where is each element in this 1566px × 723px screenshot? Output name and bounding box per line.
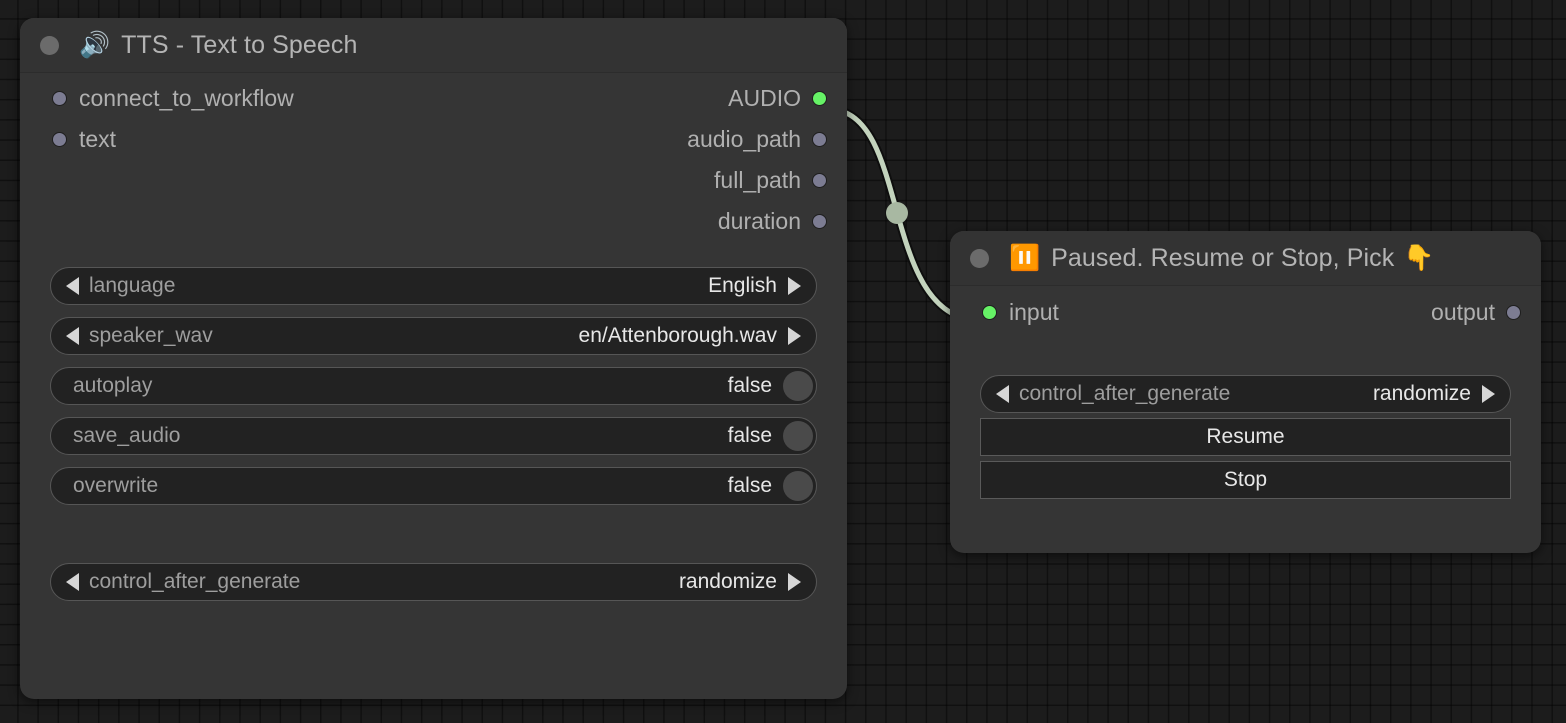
output-port-dot[interactable] [812,214,827,229]
link-audio-to-input[interactable] [836,110,963,318]
widget-value: randomize [1373,382,1471,406]
node-title-bar[interactable]: ⏸️ Paused. Resume or Stop, Pick 👇 [950,231,1541,286]
widget-autoplay[interactable]: autoplay false [50,367,817,405]
output-port-dot[interactable] [812,91,827,106]
output-slot-label: full_path [714,167,801,194]
widget-label: control_after_generate [89,570,300,594]
node-title-bar[interactable]: 🔊 TTS - Text to Speech [20,18,847,73]
output-slot-label: AUDIO [728,85,801,112]
output-slot-label: output [1431,299,1495,326]
collapse-dot-icon[interactable] [40,36,59,55]
input-slot-label: connect_to_workflow [79,85,294,112]
slot-area: connect_to_workflow AUDIO text audio_pat… [20,78,847,242]
input-slot-connect-to-workflow[interactable]: connect_to_workflow [52,85,294,112]
toggle-knob-icon[interactable] [783,421,813,451]
slot-row: text audio_path [20,119,847,160]
output-slot-audio[interactable]: AUDIO [728,85,827,112]
widget-speaker-wav[interactable]: speaker_wav en/Attenborough.wav [50,317,817,355]
output-slot-duration[interactable]: duration [718,208,827,235]
output-port-dot[interactable] [1506,305,1521,320]
widget-area: language English speaker_wav en/Attenbor… [20,267,847,601]
widget-value: en/Attenborough.wav [579,324,777,348]
output-slot-audio-path[interactable]: audio_path [687,126,827,153]
widget-value: English [708,274,777,298]
widget-label: control_after_generate [1019,382,1230,406]
widget-label: save_audio [73,424,180,448]
chevron-right-icon[interactable] [788,573,801,591]
output-port-dot[interactable] [812,132,827,147]
widget-language[interactable]: language English [50,267,817,305]
output-slot-label: duration [718,208,801,235]
widget-control-after-generate[interactable]: control_after_generate randomize [980,375,1511,413]
chevron-left-icon[interactable] [66,573,79,591]
slot-row: input output [950,292,1541,333]
graph-canvas[interactable]: 🔊 TTS - Text to Speech connect_to_workfl… [0,0,1566,723]
chevron-left-icon[interactable] [66,327,79,345]
slot-row: full_path [20,160,847,201]
output-port-dot[interactable] [812,173,827,188]
slot-row: duration [20,201,847,242]
chevron-left-icon[interactable] [66,277,79,295]
input-slot-text[interactable]: text [52,126,116,153]
input-port-dot[interactable] [52,132,67,147]
widget-value: randomize [679,570,777,594]
widget-value: false [728,474,772,498]
widget-area: control_after_generate randomize Resume … [950,375,1541,499]
resume-button[interactable]: Resume [980,418,1511,456]
toggle-knob-icon[interactable] [783,471,813,501]
slot-area: input output [950,292,1541,333]
widget-overwrite[interactable]: overwrite false [50,467,817,505]
node-title-text: Paused. Resume or Stop, Pick [1051,244,1394,273]
widget-value: false [728,374,772,398]
widget-control-after-generate[interactable]: control_after_generate randomize [50,563,817,601]
node-tts-text-to-speech[interactable]: 🔊 TTS - Text to Speech connect_to_workfl… [20,18,847,699]
widget-value: false [728,424,772,448]
chevron-left-icon[interactable] [996,385,1009,403]
output-slot-full-path[interactable]: full_path [714,167,827,194]
speaker-icon: 🔊 [79,33,110,58]
toggle-knob-icon[interactable] [783,371,813,401]
output-slot-output[interactable]: output [1431,299,1521,326]
node-paused-resume-or-stop[interactable]: ⏸️ Paused. Resume or Stop, Pick 👇 input … [950,231,1541,553]
input-slot-label: text [79,126,116,153]
input-port-dot[interactable] [982,305,997,320]
chevron-right-icon[interactable] [1482,385,1495,403]
collapse-dot-icon[interactable] [970,249,989,268]
widget-label: overwrite [73,474,158,498]
widget-save-audio[interactable]: save_audio false [50,417,817,455]
input-slot-label: input [1009,299,1059,326]
widget-label: speaker_wav [89,324,213,348]
output-slot-label: audio_path [687,126,801,153]
widget-label: autoplay [73,374,152,398]
node-title-text: TTS - Text to Speech [121,31,357,60]
widget-label: language [89,274,175,298]
pointing-down-hand-icon: 👇 [1403,246,1434,271]
pause-icon: ⏸️ [1009,246,1040,271]
chevron-right-icon[interactable] [788,277,801,295]
stop-button[interactable]: Stop [980,461,1511,499]
slot-row: connect_to_workflow AUDIO [20,78,847,119]
input-slot-input[interactable]: input [982,299,1059,326]
input-port-dot[interactable] [52,91,67,106]
chevron-right-icon[interactable] [788,327,801,345]
link-audio-to-input-core[interactable] [836,110,963,318]
link-midpoint-dot[interactable] [886,202,908,224]
